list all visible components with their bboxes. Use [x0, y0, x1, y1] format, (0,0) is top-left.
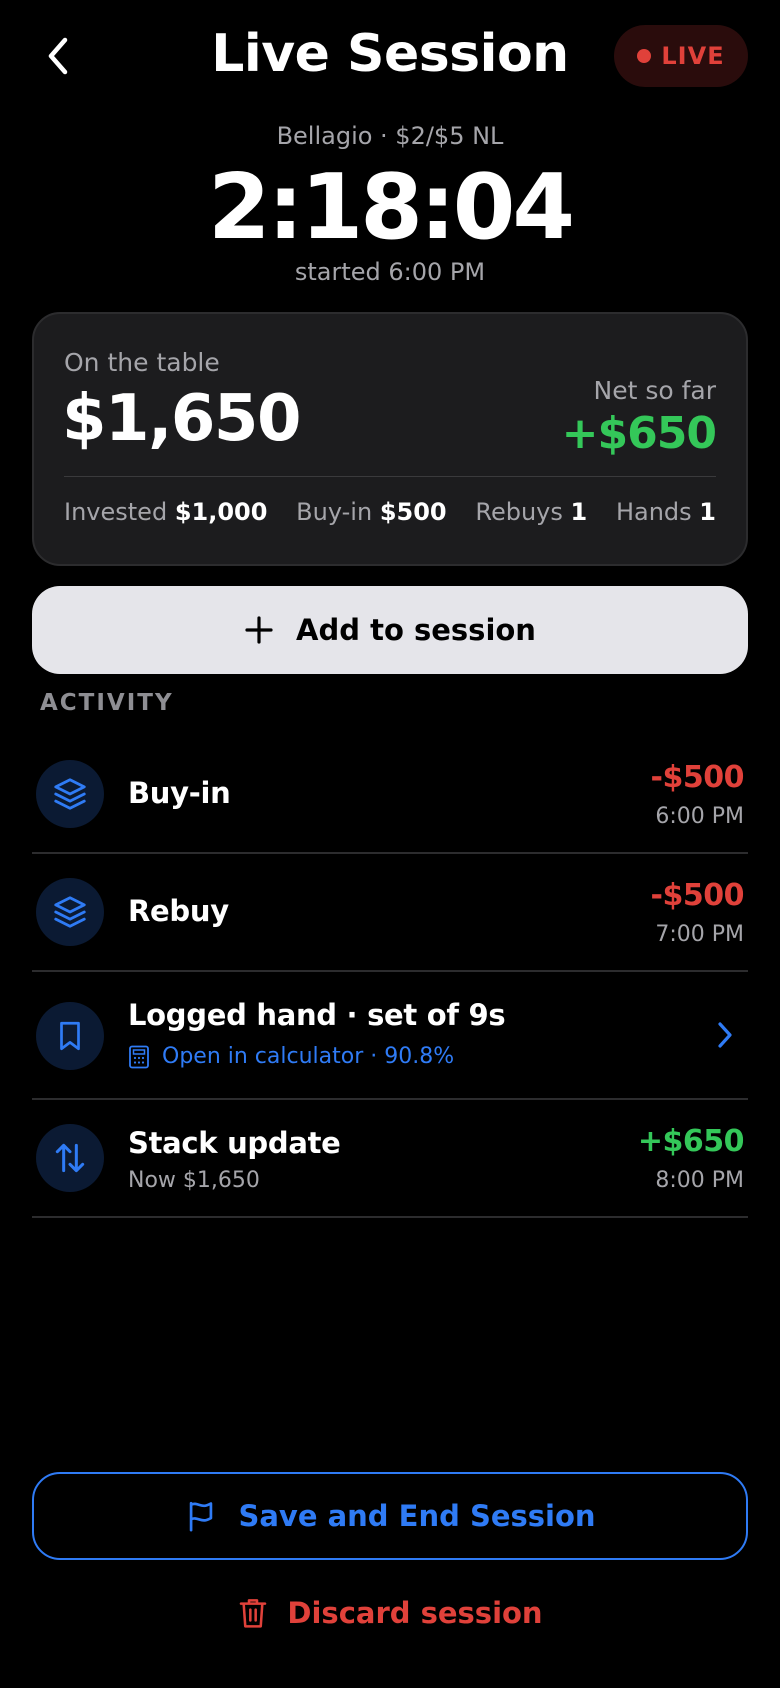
- stats-row: Invested $1,000 Buy-in $500 Rebuys 1 Han…: [64, 498, 716, 526]
- layers-icon: [54, 896, 86, 928]
- activity-amount: +$650: [637, 1124, 745, 1159]
- stat-label: Rebuys: [475, 498, 563, 526]
- session-timer: 2:18:04: [207, 155, 575, 260]
- start-time: started 6:00 PM: [294, 258, 486, 286]
- activity-icon: [36, 1124, 104, 1192]
- calculator-icon: [129, 1045, 149, 1068]
- activity-subtitle: Now $1,650: [128, 1168, 260, 1193]
- open-in-calculator-label: Open in calculator · 90.8%: [162, 1044, 455, 1069]
- stat-invested: Invested $1,000: [64, 498, 267, 526]
- stat-value: 1: [699, 498, 716, 526]
- save-and-end-session-label: Save and End Session: [238, 1499, 596, 1533]
- venue-stakes: Bellagio · $2/$5 NL: [276, 122, 504, 150]
- summary-card: On the table $1,650 Net so far +$650 Inv…: [32, 312, 748, 566]
- activity-time: 8:00 PM: [655, 1168, 744, 1193]
- on-table-label: On the table: [64, 348, 220, 377]
- discard-session-label: Discard session: [287, 1596, 543, 1630]
- activity-icon: [36, 1002, 104, 1070]
- activity-title: Rebuy: [128, 894, 229, 928]
- discard-session-button[interactable]: Discard session: [0, 1580, 780, 1646]
- net-value: +$650: [561, 408, 717, 459]
- stat-label: Invested: [64, 498, 168, 526]
- activity-amount: -$500: [650, 760, 745, 795]
- plus-icon: [245, 616, 273, 644]
- activity-title: Logged hand · set of 9s: [128, 998, 506, 1032]
- trash-icon: [240, 1599, 267, 1628]
- chevron-right-icon: [716, 1020, 734, 1054]
- add-to-session-button[interactable]: Add to session: [32, 586, 748, 674]
- header: Live Session LIVE: [0, 0, 780, 112]
- stat-value: $500: [379, 498, 447, 526]
- activity-row-logged-hand[interactable]: Logged hand · set of 9s Open in calculat…: [32, 972, 748, 1100]
- layers-icon: [54, 778, 86, 810]
- activity-icon: [36, 760, 104, 828]
- save-and-end-session-button[interactable]: Save and End Session: [32, 1472, 748, 1560]
- live-dot-icon: [637, 49, 652, 63]
- card-divider: [64, 476, 716, 477]
- live-label: LIVE: [661, 42, 725, 70]
- activity-icon: [36, 878, 104, 946]
- activity-amount: -$500: [650, 878, 745, 913]
- open-in-calculator-link[interactable]: Open in calculator · 90.8%: [128, 1044, 454, 1069]
- activity-row-rebuy[interactable]: Rebuy -$500 7:00 PM: [32, 854, 748, 972]
- net-label: Net so far: [593, 376, 717, 405]
- activity-title: Stack update: [128, 1126, 341, 1160]
- stat-label: Buy-in: [296, 498, 373, 526]
- add-to-session-label: Add to session: [296, 613, 536, 647]
- flag-icon: [190, 1501, 213, 1532]
- stat-hands: Hands 1: [616, 498, 716, 526]
- activity-time: 6:00 PM: [655, 804, 744, 829]
- activity-time: 7:00 PM: [655, 922, 744, 947]
- stat-rebuys: Rebuys 1: [475, 498, 587, 526]
- bookmark-icon: [60, 1021, 80, 1051]
- stat-value: 1: [570, 498, 588, 526]
- activity-row-stack-update[interactable]: Stack update Now $1,650 +$650 8:00 PM: [32, 1100, 748, 1218]
- live-badge: LIVE: [614, 25, 748, 87]
- stat-buy-in: Buy-in $500: [296, 498, 446, 526]
- activity-title: Buy-in: [128, 776, 231, 810]
- stat-value: $1,000: [174, 498, 268, 526]
- activity-heading: ACTIVITY: [40, 690, 174, 716]
- stat-label: Hands: [615, 498, 692, 526]
- on-table-value: $1,650: [62, 382, 301, 456]
- swap-vertical-icon: [55, 1143, 85, 1173]
- activity-row-buy-in[interactable]: Buy-in -$500 6:00 PM: [32, 736, 748, 854]
